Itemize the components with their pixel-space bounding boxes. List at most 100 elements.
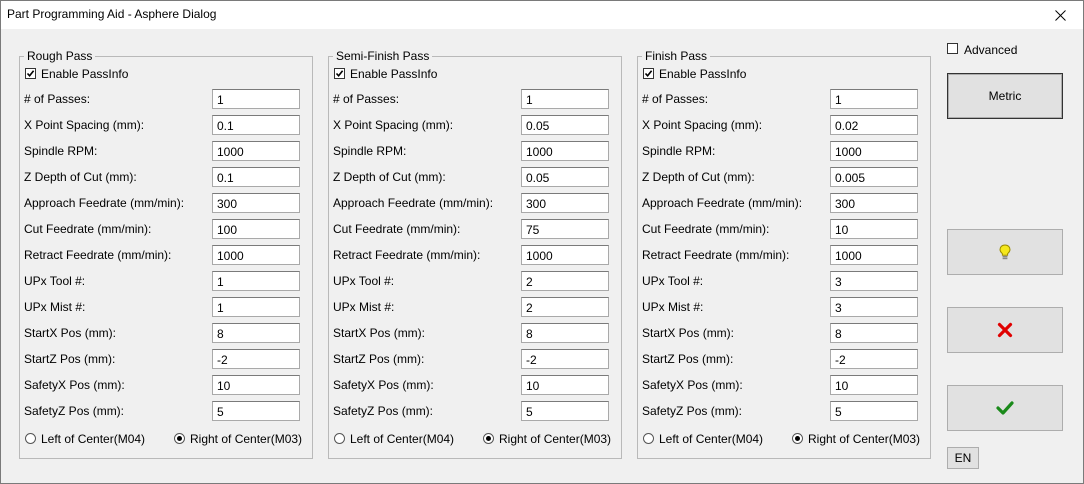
rough-startx-pos-label: StartX Pos (mm): [24,326,117,340]
rough-z-depth-of-cut-input[interactable]: 0.1 [212,167,300,187]
semi-finish-right-of-center-radio[interactable] [483,433,494,444]
rough-passes-input[interactable]: 1 [212,89,300,109]
window-title: Part Programming Aid - Asphere Dialog [7,7,217,21]
semi-finish-spindle-rpm-input[interactable]: 1000 [521,141,609,161]
close-button[interactable] [1037,1,1083,29]
rough-right-of-center-radio[interactable] [174,433,185,444]
finish-startx-pos-input[interactable]: 8 [830,323,918,343]
semi-finish-upx-tool-input[interactable]: 2 [521,271,609,291]
rough-startz-pos-input[interactable]: -2 [212,349,300,369]
finish-spindle-rpm-input[interactable]: 1000 [830,141,918,161]
semi-finish-enable-passinfo-label: Enable PassInfo [350,67,438,81]
finish-pass-title: Finish Pass [645,49,708,63]
semi-finish-z-depth-of-cut-input[interactable]: 0.05 [521,167,609,187]
rough-left-of-center-radio[interactable] [25,433,36,444]
finish-startz-pos-label: StartZ Pos (mm): [642,352,734,366]
finish-x-point-spacing-label: X Point Spacing (mm): [642,118,763,132]
rough-upx-tool-input[interactable]: 1 [212,271,300,291]
advanced-label: Advanced [964,43,1018,57]
semi-finish-left-of-center-radio[interactable] [334,433,345,444]
finish-right-of-center-label: Right of Center(M03) [808,432,921,446]
finish-startx-pos-label: StartX Pos (mm): [642,326,735,340]
finish-z-depth-of-cut-label: Z Depth of Cut (mm): [642,170,755,184]
metric-button[interactable]: Metric [947,73,1063,119]
semi-finish-upx-mist-label: UPx Mist #: [333,300,395,314]
finish-enable-passinfo-checkbox[interactable] [643,68,654,79]
finish-approach-feedrate-label: Approach Feedrate (mm/min): [642,196,803,210]
semi-finish-safetyz-pos-label: SafetyZ Pos (mm): [333,404,434,418]
ok-button[interactable] [947,385,1063,431]
finish-left-of-center-radio[interactable] [643,433,654,444]
rough-safetyz-pos-input[interactable]: 5 [212,401,300,421]
rough-cut-feedrate-label: Cut Feedrate (mm/min): [24,222,152,236]
finish-startz-pos-input[interactable]: -2 [830,349,918,369]
finish-x-point-spacing-input[interactable]: 0.02 [830,115,918,135]
rough-retract-feedrate-label: Retract Feedrate (mm/min): [24,248,172,262]
lightbulb-icon [999,244,1011,260]
rough-startx-pos-input[interactable]: 8 [212,323,300,343]
rough-left-of-center-label: Left of Center(M04) [41,432,146,446]
finish-cut-feedrate-input[interactable]: 10 [830,219,918,239]
finish-approach-feedrate-input[interactable]: 300 [830,193,918,213]
rough-x-point-spacing-label: X Point Spacing (mm): [24,118,145,132]
semi-finish-cut-feedrate-input[interactable]: 75 [521,219,609,239]
rough-pass-title: Rough Pass [27,49,93,63]
rough-enable-passinfo-label: Enable PassInfo [41,67,129,81]
finish-passes-label: # of Passes: [642,92,709,106]
semi-finish-startz-pos-input[interactable]: -2 [521,349,609,369]
rough-right-of-center-label: Right of Center(M03) [190,432,303,446]
finish-upx-mist-input[interactable]: 3 [830,297,918,317]
semi-finish-passes-input[interactable]: 1 [521,89,609,109]
semi-finish-approach-feedrate-label: Approach Feedrate (mm/min): [333,196,494,210]
rough-cut-feedrate-input[interactable]: 100 [212,219,300,239]
semi-finish-safetyx-pos-label: SafetyX Pos (mm): [333,378,434,392]
rough-z-depth-of-cut-label: Z Depth of Cut (mm): [24,170,137,184]
finish-enable-passinfo-label: Enable PassInfo [659,67,747,81]
rough-upx-mist-input[interactable]: 1 [212,297,300,317]
finish-upx-tool-input[interactable]: 3 [830,271,918,291]
semi-finish-x-point-spacing-input[interactable]: 0.05 [521,115,609,135]
semi-finish-right-of-center-label: Right of Center(M03) [499,432,612,446]
semi-finish-retract-feedrate-label: Retract Feedrate (mm/min): [333,248,481,262]
semi-finish-x-point-spacing-label: X Point Spacing (mm): [333,118,454,132]
semi-finish-approach-feedrate-input[interactable]: 300 [521,193,609,213]
semi-finish-cut-feedrate-label: Cut Feedrate (mm/min): [333,222,461,236]
rough-enable-passinfo-checkbox[interactable] [25,68,36,79]
finish-safetyx-pos-label: SafetyX Pos (mm): [642,378,743,392]
cancel-button[interactable] [947,307,1063,353]
semi-finish-startx-pos-input[interactable]: 8 [521,323,609,343]
rough-safetyx-pos-input[interactable]: 10 [212,375,300,395]
finish-retract-feedrate-input[interactable]: 1000 [830,245,918,265]
semi-finish-pass-title: Semi-Finish Pass [336,49,430,63]
semi-finish-startz-pos-label: StartZ Pos (mm): [333,352,425,366]
rough-passes-label: # of Passes: [24,92,91,106]
rough-x-point-spacing-input[interactable]: 0.1 [212,115,300,135]
semi-finish-upx-mist-input[interactable]: 2 [521,297,609,317]
semi-finish-safetyz-pos-input[interactable]: 5 [521,401,609,421]
help-button[interactable] [947,229,1063,275]
rough-startz-pos-label: StartZ Pos (mm): [24,352,116,366]
rough-spindle-rpm-input[interactable]: 1000 [212,141,300,161]
rough-retract-feedrate-input[interactable]: 1000 [212,245,300,265]
advanced-checkbox[interactable] [947,43,958,54]
rough-spindle-rpm-label: Spindle RPM: [24,144,98,158]
finish-upx-tool-label: UPx Tool #: [642,274,704,288]
semi-finish-enable-passinfo-checkbox[interactable] [334,68,345,79]
dialog-window: Part Programming Aid - Asphere Dialog Ro… [0,0,1084,484]
finish-spindle-rpm-label: Spindle RPM: [642,144,716,158]
finish-safetyz-pos-input[interactable]: 5 [830,401,918,421]
semi-finish-safetyx-pos-input[interactable]: 10 [521,375,609,395]
semi-finish-z-depth-of-cut-label: Z Depth of Cut (mm): [333,170,446,184]
rough-approach-feedrate-input[interactable]: 300 [212,193,300,213]
finish-right-of-center-radio[interactable] [792,433,803,444]
rough-approach-feedrate-label: Approach Feedrate (mm/min): [24,196,185,210]
semi-finish-spindle-rpm-label: Spindle RPM: [333,144,407,158]
finish-safetyx-pos-input[interactable]: 10 [830,375,918,395]
rough-safetyx-pos-label: SafetyX Pos (mm): [24,378,125,392]
title-bar: Part Programming Aid - Asphere Dialog [1,1,1083,29]
finish-z-depth-of-cut-input[interactable]: 0.005 [830,167,918,187]
language-button[interactable]: EN [947,447,979,469]
finish-upx-mist-label: UPx Mist #: [642,300,704,314]
finish-passes-input[interactable]: 1 [830,89,918,109]
semi-finish-retract-feedrate-input[interactable]: 1000 [521,245,609,265]
